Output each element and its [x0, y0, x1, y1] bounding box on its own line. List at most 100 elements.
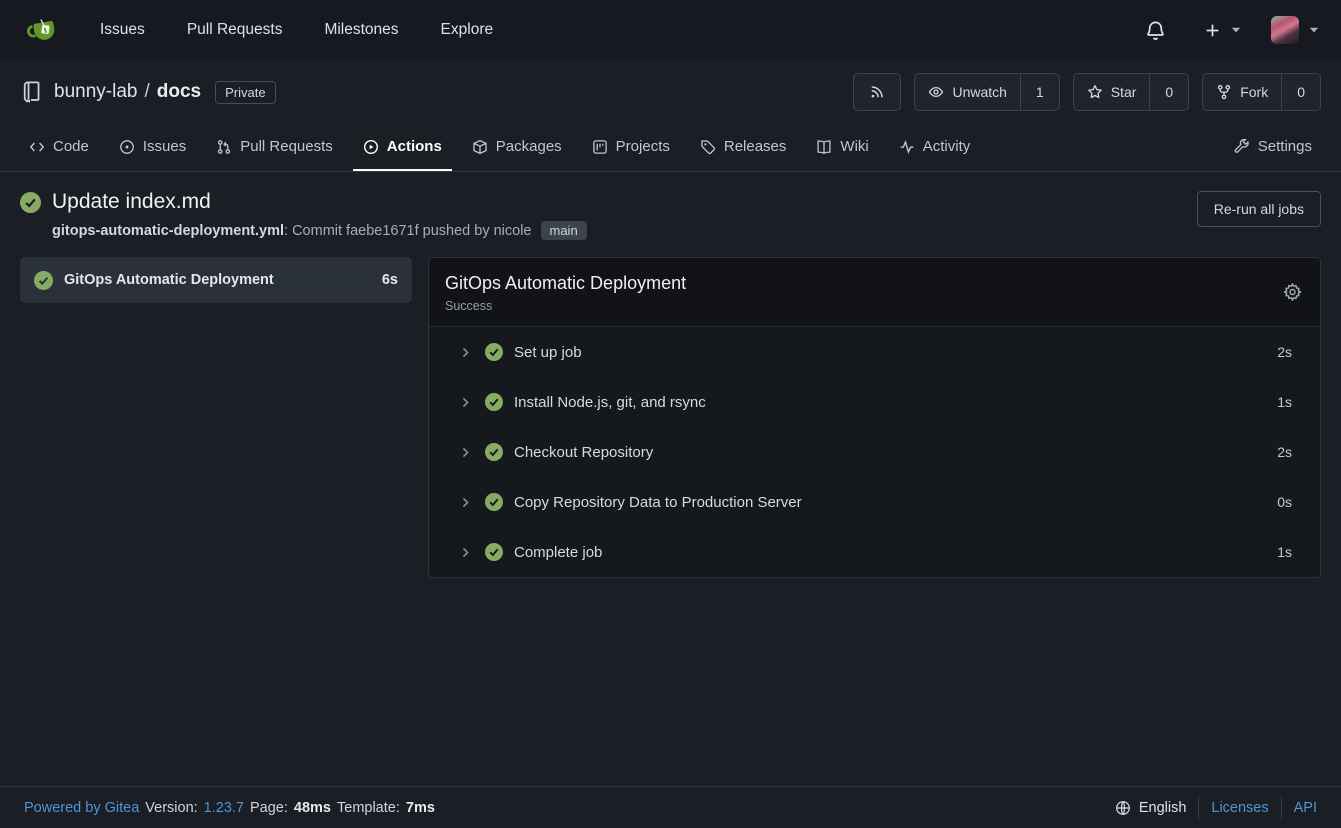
job-list: GitOps Automatic Deployment 6s [20, 257, 412, 303]
repo-breadcrumb[interactable]: bunny-lab/docs [54, 81, 201, 103]
notifications-bell-icon[interactable] [1145, 20, 1166, 41]
star-count[interactable]: 0 [1149, 74, 1188, 110]
user-menu-button[interactable] [1271, 16, 1319, 44]
job-detail-panel: GitOps Automatic Deployment Success Set … [428, 257, 1321, 578]
run-content: GitOps Automatic Deployment 6s GitOps Au… [20, 257, 1321, 578]
tab-releases[interactable]: Releases [690, 124, 797, 171]
repo-name[interactable]: docs [157, 81, 201, 102]
job-panel-title: GitOps Automatic Deployment [445, 273, 1304, 294]
branch-badge[interactable]: main [541, 221, 587, 240]
gitea-logo-icon[interactable] [26, 13, 60, 47]
star-button[interactable]: Star [1074, 74, 1150, 110]
job-list-item[interactable]: GitOps Automatic Deployment 6s [20, 257, 412, 303]
repo-tabs: Code Issues Pull Requests Actions Packag… [0, 124, 1341, 172]
play-circle-icon [363, 139, 379, 155]
chevron-right-icon [459, 496, 472, 509]
git-pull-request-icon [216, 139, 232, 155]
fork-button[interactable]: Fork [1203, 74, 1281, 110]
run-subtitle: gitops-automatic-deployment.yml: Commit … [52, 221, 587, 240]
page-footer: Powered by Gitea Version: 1.23.7 Page: 4… [0, 786, 1341, 828]
step-row-setup[interactable]: Set up job 2s [429, 327, 1320, 377]
run-header: Update index.md gitops-automatic-deploym… [20, 190, 1321, 240]
api-link[interactable]: API [1294, 800, 1317, 816]
run-title: Update index.md [52, 190, 211, 214]
watch-button-group: Unwatch 1 [914, 73, 1059, 111]
breadcrumb-separator: / [137, 81, 156, 102]
tab-actions[interactable]: Actions [353, 124, 452, 171]
actions-run-page: Update index.md gitops-automatic-deploym… [0, 172, 1341, 786]
project-icon [592, 139, 608, 155]
powered-by-gitea-link[interactable]: Powered by Gitea [24, 800, 139, 816]
chevron-down-icon [1231, 27, 1241, 33]
step-row-checkout[interactable]: Checkout Repository 2s [429, 427, 1320, 477]
version-label: Version: [145, 800, 197, 816]
step-success-icon [485, 443, 503, 461]
chevron-right-icon [459, 346, 472, 359]
step-row-copy[interactable]: Copy Repository Data to Production Serve… [429, 477, 1320, 527]
tab-projects[interactable]: Projects [582, 124, 680, 171]
rss-icon [854, 74, 900, 110]
job-status: Success [445, 299, 1304, 313]
step-duration: 2s [1277, 444, 1292, 460]
user-avatar [1271, 16, 1299, 44]
tag-icon [700, 139, 716, 155]
package-icon [472, 139, 488, 155]
footer-divider [1281, 797, 1282, 819]
tab-activity[interactable]: Activity [889, 124, 981, 171]
repo-action-buttons: Unwatch 1 Star 0 Fork 0 [853, 73, 1321, 111]
language-selector[interactable]: English [1115, 800, 1187, 816]
step-success-icon [485, 343, 503, 361]
rerun-all-jobs-button[interactable]: Re-run all jobs [1197, 191, 1321, 227]
licenses-link[interactable]: Licenses [1211, 800, 1268, 816]
step-duration: 1s [1277, 544, 1292, 560]
pulse-icon [899, 139, 915, 155]
repo-header: bunny-lab/docs Private Unwatch 1 [0, 60, 1341, 124]
unwatch-button[interactable]: Unwatch [915, 74, 1019, 110]
star-icon [1087, 84, 1103, 100]
chevron-right-icon [459, 546, 472, 559]
navbar-right-cluster [1145, 16, 1319, 44]
top-navbar: Issues Pull Requests Milestones Explore [0, 0, 1341, 60]
rss-button[interactable] [853, 73, 901, 111]
nav-link-pull-requests[interactable]: Pull Requests [187, 21, 283, 39]
gear-icon[interactable] [1283, 283, 1302, 302]
tabs-spacer [985, 124, 1219, 171]
eye-icon [928, 84, 944, 100]
repo-icon [20, 81, 43, 104]
tab-wiki[interactable]: Wiki [806, 124, 878, 171]
repo-owner[interactable]: bunny-lab [54, 81, 137, 102]
step-duration: 1s [1277, 394, 1292, 410]
create-new-button[interactable] [1204, 22, 1241, 39]
step-success-icon [485, 543, 503, 561]
step-success-icon [485, 493, 503, 511]
fork-count[interactable]: 0 [1281, 74, 1320, 110]
chevron-right-icon [459, 396, 472, 409]
footer-right: English Licenses API [1115, 797, 1317, 819]
step-success-icon [485, 393, 503, 411]
nav-link-milestones[interactable]: Milestones [324, 21, 398, 39]
run-success-icon [20, 192, 41, 213]
job-duration: 6s [382, 272, 398, 288]
footer-left: Powered by Gitea Version: 1.23.7 Page: 4… [24, 800, 435, 816]
tab-code[interactable]: Code [19, 124, 99, 171]
code-icon [29, 139, 45, 155]
step-name: Complete job [514, 544, 1277, 561]
workflow-file-link[interactable]: gitops-automatic-deployment.yml [52, 223, 284, 239]
star-button-group: Star 0 [1073, 73, 1189, 111]
tab-settings[interactable]: Settings [1224, 124, 1322, 171]
step-row-install[interactable]: Install Node.js, git, and rsync 1s [429, 377, 1320, 427]
fork-button-group: Fork 0 [1202, 73, 1321, 111]
job-panel-header: GitOps Automatic Deployment Success [429, 258, 1320, 327]
version-link[interactable]: 1.23.7 [204, 800, 244, 816]
tab-packages[interactable]: Packages [462, 124, 572, 171]
page-time-value: 48ms [294, 800, 331, 816]
nav-link-issues[interactable]: Issues [100, 21, 145, 39]
tab-pull-requests[interactable]: Pull Requests [206, 124, 343, 171]
step-row-complete[interactable]: Complete job 1s [429, 527, 1320, 577]
tab-issues[interactable]: Issues [109, 124, 196, 171]
nav-link-explore[interactable]: Explore [441, 21, 494, 39]
watch-count[interactable]: 1 [1020, 74, 1059, 110]
chevron-right-icon [459, 446, 472, 459]
step-name: Install Node.js, git, and rsync [514, 394, 1277, 411]
page-time-label: Page: [250, 800, 288, 816]
